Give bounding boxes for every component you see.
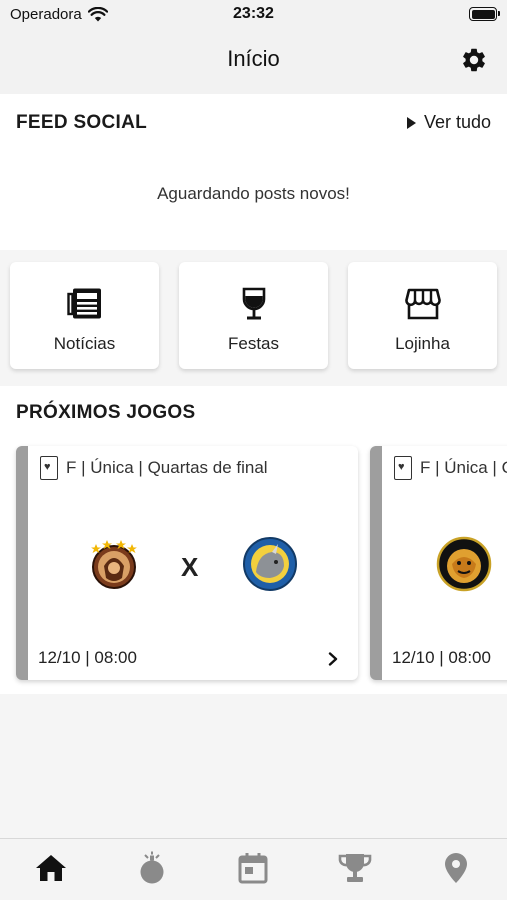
game-date: 12/10 | 08:00	[38, 648, 137, 667]
game-card-stripe	[16, 446, 28, 680]
feed-title: FEED SOCIAL	[16, 112, 148, 133]
shortcut-parties-label: Festas	[227, 334, 280, 353]
newspaper-icon	[66, 286, 103, 322]
game-info-text: F | Única | Quartas de final	[66, 458, 268, 477]
shortcut-news-label: Notícias	[53, 334, 116, 353]
ball-icon	[140, 851, 164, 884]
trophy-icon	[338, 854, 372, 882]
chevron-right-icon[interactable]	[326, 652, 340, 666]
tab-home[interactable]	[21, 839, 81, 897]
shortcut-cards: Notícias Festas Lojinha	[10, 262, 497, 372]
status-time: 23:32	[233, 5, 274, 22]
shortcut-parties[interactable]: Festas	[179, 262, 328, 369]
status-bar: Operadora 23:32	[0, 0, 507, 30]
games-title: PRÓXIMOS JOGOS	[16, 402, 196, 423]
tab-location[interactable]	[426, 839, 486, 897]
game-info: ♥ F | Única | Quartas de final	[394, 456, 507, 480]
location-pin-icon	[445, 853, 468, 883]
social-feed-section: FEED SOCIAL Ver tudo Aguardando posts no…	[0, 94, 507, 250]
wine-glass-icon	[236, 286, 272, 322]
see-all-label: Ver tudo	[423, 112, 491, 132]
versus-label: X	[181, 552, 199, 582]
upcoming-games-section: PRÓXIMOS JOGOS ♥ F | Única | Quartas de …	[0, 386, 507, 694]
away-team-logo	[243, 537, 297, 591]
game-card[interactable]: ♥ F | Única | Quartas de final X 12/10 |…	[16, 446, 358, 680]
playing-card-icon: ♥	[40, 456, 58, 480]
game-date: 12/10 | 08:00	[392, 648, 491, 667]
home-icon	[35, 855, 66, 881]
gear-icon	[463, 48, 485, 72]
settings-button[interactable]	[459, 45, 489, 75]
home-team-logo	[91, 540, 137, 589]
see-all-button[interactable]: Ver tudo	[406, 112, 491, 133]
tab-trophy[interactable]	[325, 839, 385, 897]
playing-card-icon: ♥	[394, 456, 412, 480]
game-card[interactable]: ♥ F | Única | Quartas de final 12/10 | 0…	[370, 446, 507, 680]
feed-empty-message: Aguardando posts novos!	[157, 184, 350, 203]
play-icon	[406, 116, 416, 129]
game-card-stripe	[370, 446, 382, 680]
shortcut-store[interactable]: Lojinha	[348, 262, 497, 369]
shortcut-store-label: Lojinha	[395, 334, 450, 353]
game-info: ♥ F | Única | Quartas de final	[40, 456, 268, 480]
home-team-logo	[436, 536, 492, 592]
tab-calendar[interactable]	[223, 839, 283, 897]
page-title: Início	[227, 46, 280, 71]
battery-icon	[469, 7, 500, 21]
tab-ball[interactable]	[122, 839, 182, 897]
game-info-text: F | Única | Quartas de final	[420, 458, 507, 477]
navigation-bar: Início	[0, 30, 507, 94]
tab-bar	[0, 838, 507, 900]
shortcut-news[interactable]: Notícias	[10, 262, 159, 369]
storefront-icon	[404, 286, 441, 322]
calendar-icon	[238, 853, 268, 884]
